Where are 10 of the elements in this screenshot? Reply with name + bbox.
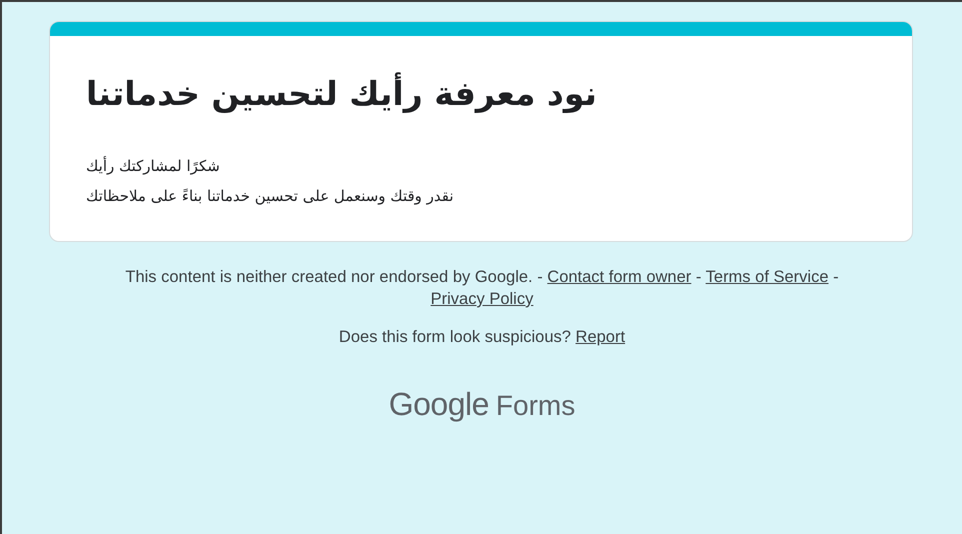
footer-link[interactable]: Terms of Service bbox=[706, 268, 829, 286]
disclaimer-text: This content is neither created nor endorsed by Google. - Contact form owner - Terms of Service - Privacy Policy bbox=[124, 267, 840, 310]
confirmation-message: نقدر وقتك وسنعمل على تحسين خدماتنا بناءً على ملاحظاتك bbox=[86, 186, 454, 207]
form-title: نود معرفة رأيك لتحسين خدماتنا bbox=[86, 74, 597, 113]
footer-link[interactable]: Privacy Policy bbox=[430, 290, 534, 308]
google-forms-logo[interactable]: Google Forms bbox=[388, 386, 576, 423]
suspicious-form-text: Does this form look suspicious? Report bbox=[338, 327, 626, 348]
confirmation-message: شكرًا لمشاركتك رأيك bbox=[86, 155, 220, 177]
report-link[interactable]: Report bbox=[576, 328, 626, 346]
footer-link[interactable]: Contact form owner bbox=[547, 268, 692, 286]
